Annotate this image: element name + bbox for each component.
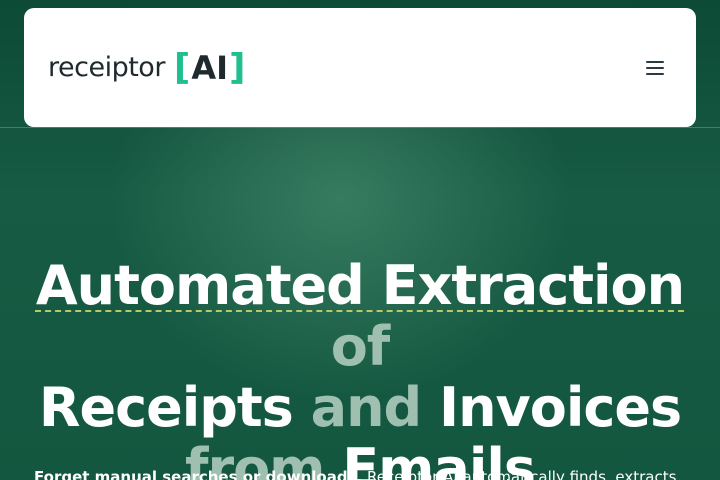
menu-bar: [646, 60, 664, 63]
receiptor-logo[interactable]: receiptor [ AI ]: [48, 46, 247, 88]
hero-subtitle: Forget manual searches or downloads. Rec…: [34, 468, 686, 480]
site-header: receiptor [ AI ]: [24, 8, 696, 127]
headline-invoices: Invoices: [439, 376, 682, 439]
menu-bar: [646, 66, 664, 69]
hamburger-menu-icon[interactable]: [646, 56, 670, 80]
headline-receipts: Receipts: [38, 376, 294, 439]
header-divider: [0, 127, 720, 128]
subtitle-bold: Forget manual searches or downloads.: [34, 468, 363, 480]
logo-bracket-open: [: [173, 46, 191, 88]
logo-wordmark: receiptor: [48, 52, 165, 83]
logo-ai-badge: [ AI ]: [173, 46, 247, 88]
hero-headline: Automated Extraction of Receipts and Inv…: [0, 255, 720, 480]
hero-section: Automated Extraction of Receipts and Inv…: [0, 255, 720, 480]
headline-and: and: [310, 376, 423, 439]
subtitle-rest: Receiptor AI automatically finds, extrac…: [362, 468, 686, 480]
menu-bar: [646, 72, 664, 75]
headline-automated-extraction: Automated Extraction: [35, 254, 685, 317]
logo-bracket-close: ]: [229, 46, 246, 88]
logo-ai-text: AI: [191, 48, 229, 87]
headline-of: of: [330, 315, 391, 378]
